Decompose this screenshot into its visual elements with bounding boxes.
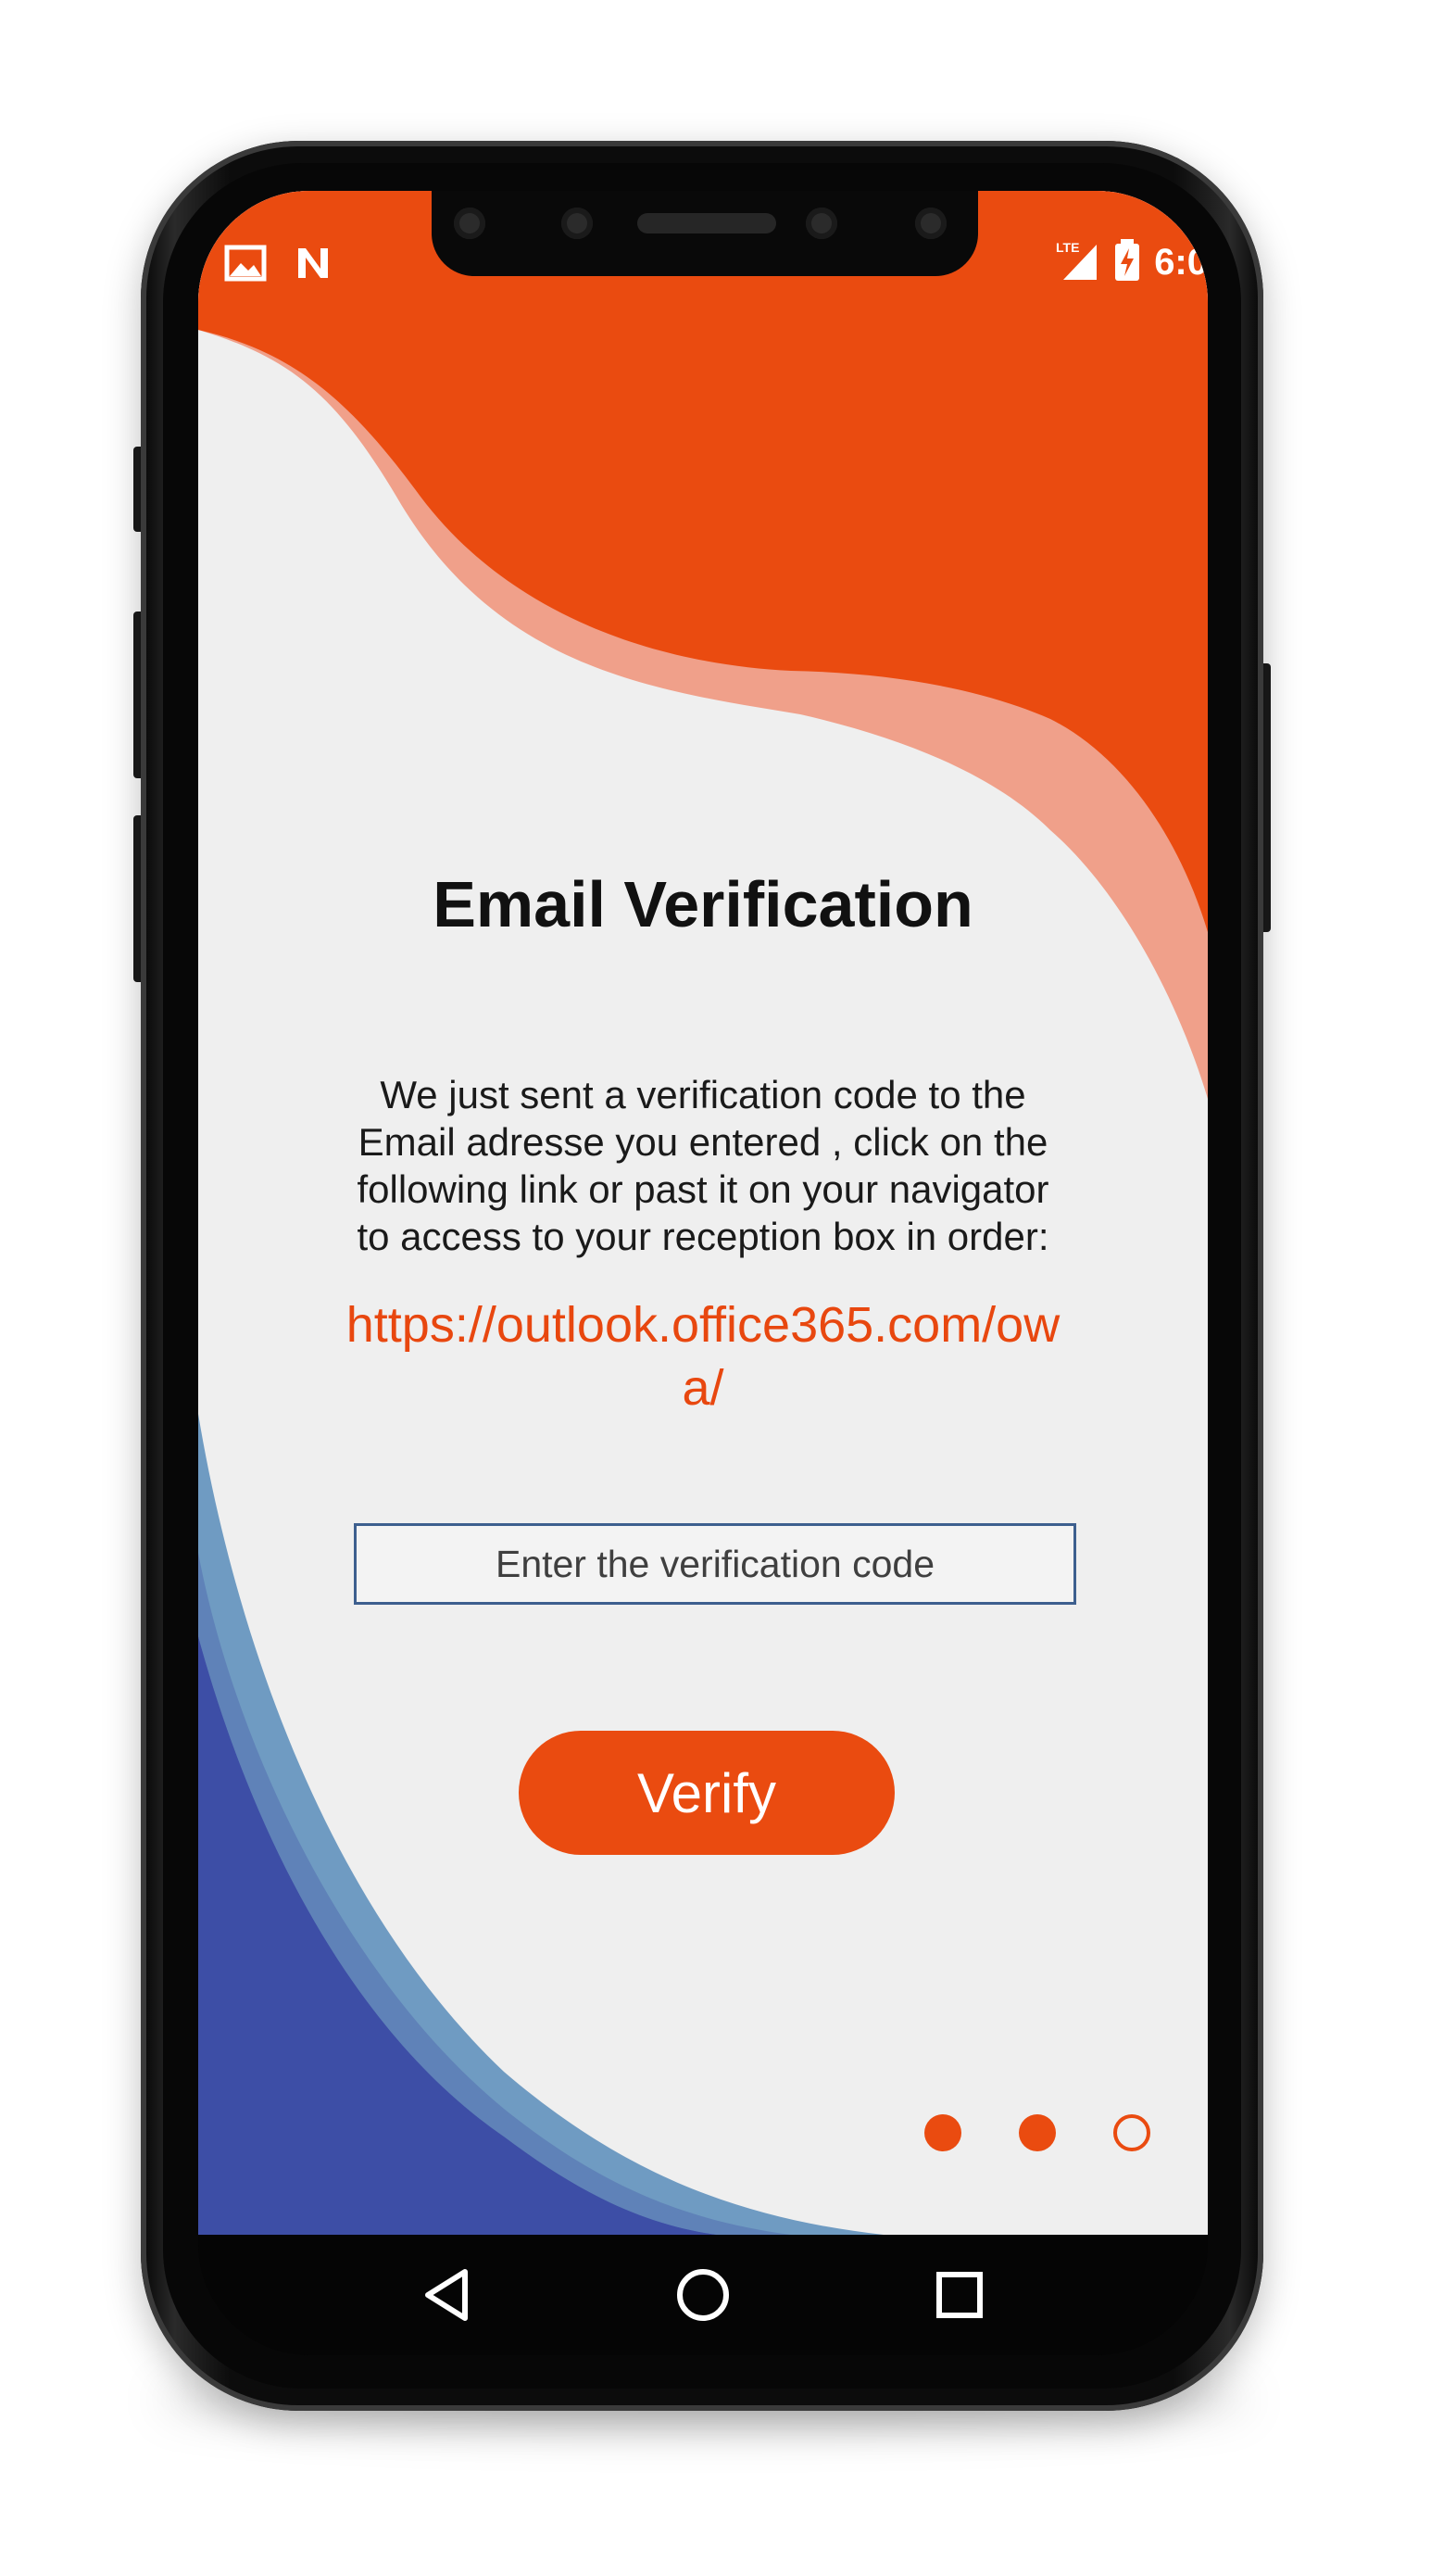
phone-frame: LTE 6:0 Email Verification We just sent … <box>141 141 1263 2411</box>
back-button[interactable] <box>391 2244 502 2346</box>
page-indicator-dot-1 <box>924 2114 961 2151</box>
instruction-message: We just sent a verification code to the … <box>357 1073 1049 1258</box>
home-icon <box>676 2269 729 2321</box>
recents-icon <box>935 2272 983 2318</box>
recents-button[interactable] <box>904 2244 1015 2346</box>
page-title: Email Verification <box>433 868 973 940</box>
verify-button[interactable]: Verify <box>519 1731 895 1855</box>
outlook-link[interactable]: https://outlook.office365.com/owa/ <box>328 1293 1078 1419</box>
android-nav-bar <box>198 2235 1208 2355</box>
page-indicator-dot-3 <box>1113 2114 1150 2151</box>
home-button[interactable] <box>647 2244 759 2346</box>
verification-panel: Email Verification We just sent a verifi… <box>198 191 1208 2235</box>
verification-code-input[interactable] <box>354 1523 1076 1605</box>
back-icon <box>425 2269 469 2321</box>
mockup-stage: LTE 6:0 Email Verification We just sent … <box>0 0 1456 2572</box>
page-indicator-dot-2 <box>1019 2114 1056 2151</box>
app-screen: LTE 6:0 Email Verification We just sent … <box>198 191 1208 2235</box>
